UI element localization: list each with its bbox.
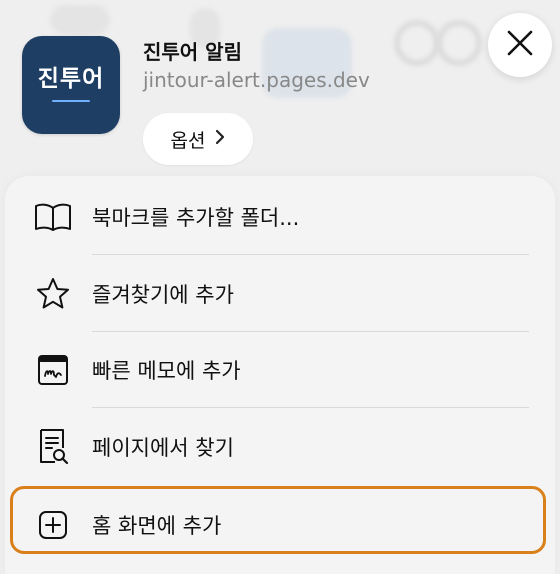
menu-item-label: 빠른 메모에 추가 [92,359,241,383]
menu-item-find-in-page[interactable]: 페이지에서 찾기 [5,409,555,485]
star-icon [33,274,73,314]
background-blur [394,20,440,66]
background-blur [436,20,482,66]
app-icon-underline [52,100,90,102]
menu-item-label: 즐겨찾기에 추가 [92,283,234,307]
background-blur [50,5,110,35]
options-label: 옵션 [170,129,206,152]
menu-item-quick-note[interactable]: 빠른 메모에 추가 [5,332,555,408]
app-icon-text: 진투어 [37,66,105,92]
highlight-outline [10,486,546,554]
divider [92,407,529,408]
app-title: 진투어 알림 [143,40,242,64]
chevron-right-icon [215,128,225,150]
options-button[interactable]: 옵션 [143,113,253,165]
close-button[interactable] [488,13,552,77]
menu-item-label: 페이지에서 찾기 [92,436,234,460]
menu-item-label: 북마크를 추가할 폴더... [92,206,300,230]
menu-item-add-favorites[interactable]: 즐겨찾기에 추가 [5,256,555,332]
app-icon: 진투어 [22,36,120,134]
find-in-page-icon [33,427,73,467]
app-url: jintour-alert.pages.dev [143,68,370,92]
book-icon [33,197,73,237]
menu-item-bookmark-folder[interactable]: 북마크를 추가할 폴더... [5,179,555,255]
divider [92,254,529,255]
close-icon [507,30,533,60]
quick-note-icon [33,350,73,390]
